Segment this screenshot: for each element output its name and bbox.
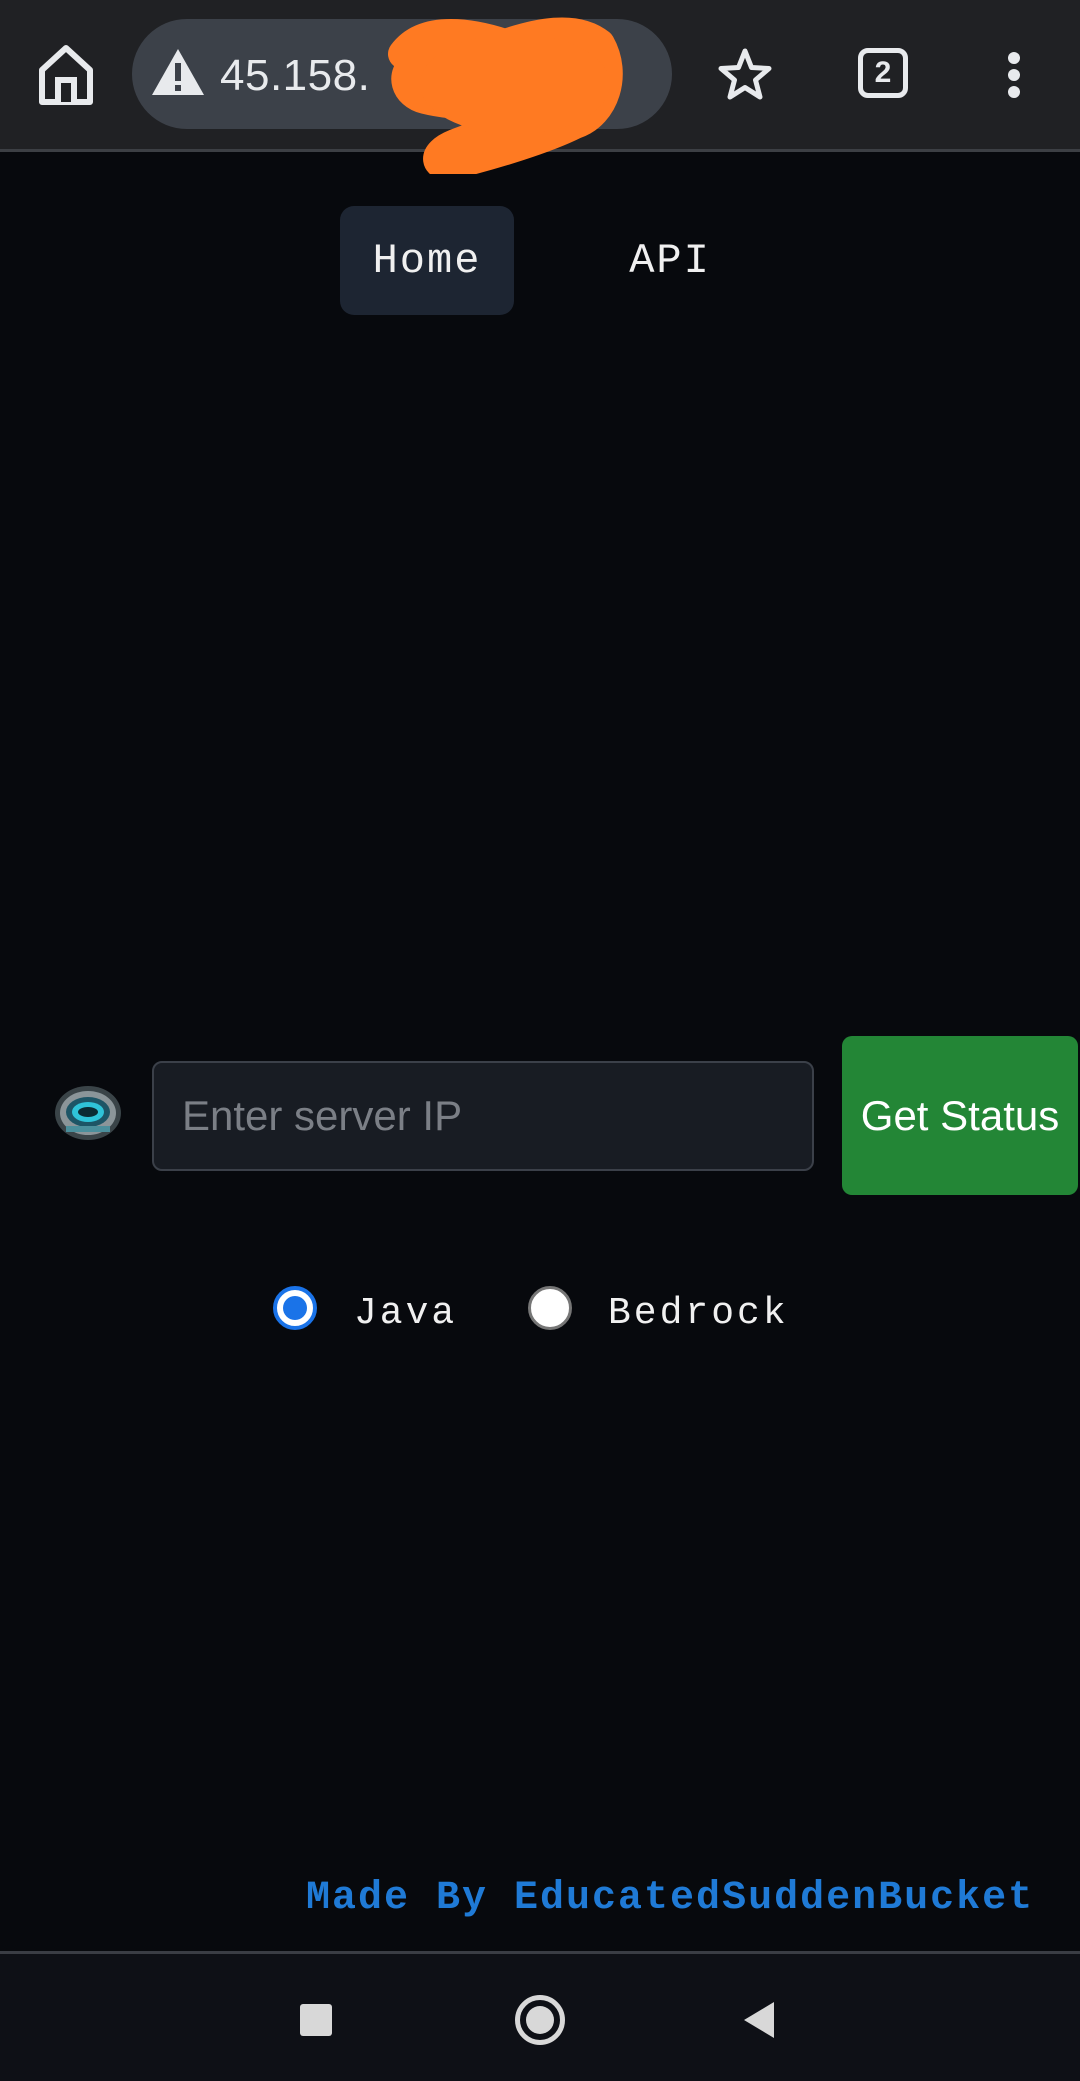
url-text: 45.158.	[220, 51, 371, 100]
nav-home[interactable]: Home	[340, 206, 514, 315]
radio-java[interactable]	[273, 1286, 317, 1330]
more-vert-icon[interactable]	[998, 46, 1030, 104]
browser-toolbar: 45.158. 2	[0, 0, 1080, 174]
nav-api[interactable]: API	[600, 206, 740, 315]
system-nav-bar	[0, 1951, 1080, 2081]
radio-bedrock-label[interactable]: Bedrock	[608, 1292, 789, 1335]
warning-icon[interactable]	[150, 47, 206, 97]
ender-eye-icon	[55, 1086, 121, 1140]
radio-java-label[interactable]: Java	[354, 1292, 457, 1335]
recents-icon[interactable]	[300, 2004, 332, 2036]
home-icon[interactable]	[36, 42, 96, 108]
back-icon[interactable]	[742, 2000, 776, 2040]
home-circle-icon[interactable]	[515, 1995, 565, 2045]
server-ip-input[interactable]	[152, 1061, 814, 1171]
radio-bedrock[interactable]	[528, 1286, 572, 1330]
footer-credit: Made By EducatedSuddenBucket	[306, 1876, 1035, 1921]
star-icon[interactable]	[716, 46, 774, 104]
address-bar[interactable]: 45.158.	[132, 19, 672, 129]
tabs-icon[interactable]: 2	[858, 48, 908, 98]
get-status-button[interactable]: Get Status	[842, 1036, 1078, 1195]
